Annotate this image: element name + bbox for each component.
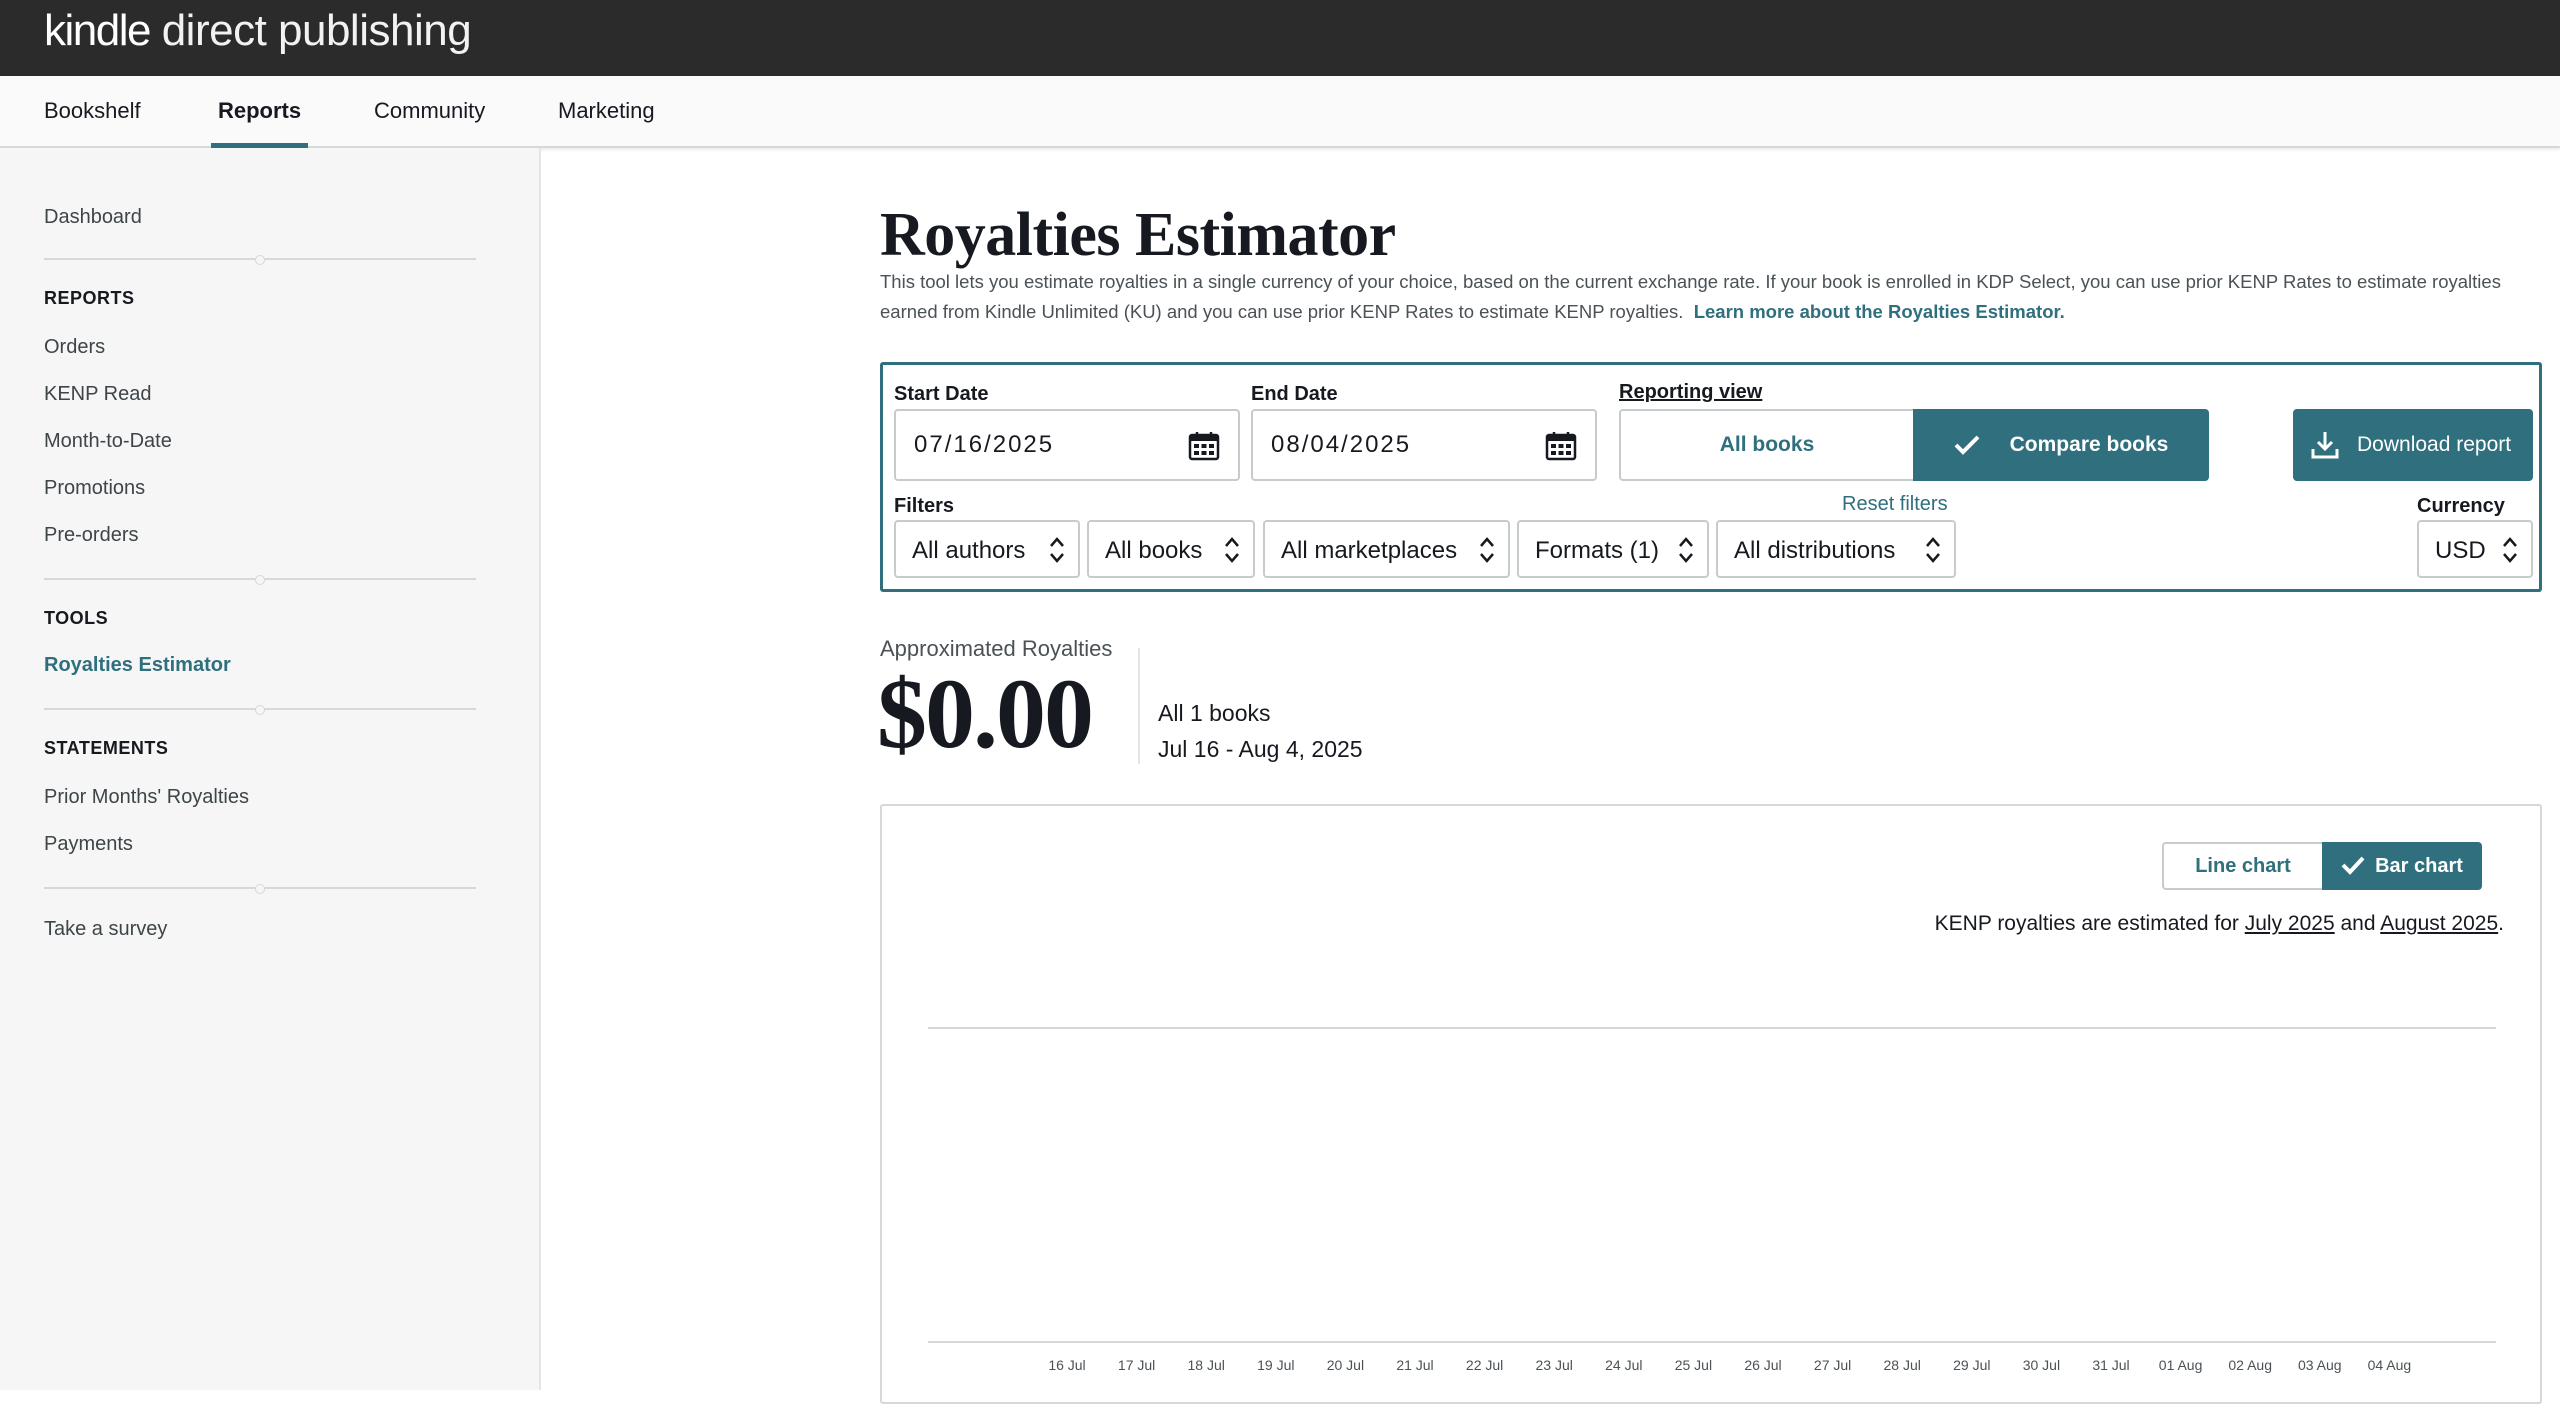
calendar-icon[interactable] (1545, 431, 1577, 461)
chevron-up-down-icon (2503, 537, 2517, 563)
sidebar-divider (44, 705, 476, 715)
primary-nav: Bookshelf Reports Community Marketing (0, 76, 2560, 148)
check-icon (1954, 436, 1980, 456)
authors-select[interactable]: All authors (894, 520, 1080, 578)
reset-filters-link[interactable]: Reset filters (1842, 493, 1948, 516)
nav-marketing[interactable]: Marketing (558, 98, 655, 148)
sidebar: Dashboard REPORTS Orders KENP Read Month… (0, 148, 541, 1390)
currency-label: Currency (2417, 495, 2505, 517)
books-count: All 1 books (1158, 700, 1271, 726)
x-tick-label: 16 Jul (1048, 1357, 1085, 1373)
start-date-field[interactable]: 07/16/2025 (894, 409, 1240, 481)
x-tick-label: 28 Jul (1884, 1357, 1921, 1373)
chevron-up-down-icon (1926, 537, 1940, 563)
learn-more-link[interactable]: Learn more about the Royalties Estimator… (1694, 301, 2065, 322)
sidebar-item-promotions[interactable]: Promotions (44, 477, 145, 500)
x-tick-label: 27 Jul (1814, 1357, 1851, 1373)
chart-panel: Line chart Bar chart KENP royalties are … (880, 804, 2542, 1404)
date-range: Jul 16 - Aug 4, 2025 (1158, 736, 1363, 762)
books-select[interactable]: All books (1087, 520, 1255, 578)
marketplaces-select[interactable]: All marketplaces (1263, 520, 1510, 578)
end-date-value: 08/04/2025 (1271, 431, 1412, 458)
intro-text: This tool lets you estimate royalties in… (880, 271, 2501, 322)
download-report-button[interactable]: Download report (2293, 409, 2533, 481)
download-icon (2311, 432, 2339, 459)
x-tick-label: 02 Aug (2228, 1357, 2272, 1373)
x-tick-label: 30 Jul (2023, 1357, 2060, 1373)
currency-select[interactable]: USD (2417, 520, 2533, 578)
nav-community[interactable]: Community (374, 98, 485, 148)
x-tick-label: 18 Jul (1188, 1357, 1225, 1373)
nav-reports[interactable]: Reports (211, 98, 309, 148)
sidebar-item-royalties-estimator[interactable]: Royalties Estimator (44, 654, 231, 677)
x-tick-label: 21 Jul (1396, 1357, 1433, 1373)
sidebar-item-kenp-read[interactable]: KENP Read (44, 383, 151, 406)
start-date-value: 07/16/2025 (914, 431, 1055, 458)
chevron-up-down-icon (1050, 537, 1064, 563)
nav-bookshelf[interactable]: Bookshelf (44, 98, 141, 148)
x-tick-label: 22 Jul (1466, 1357, 1503, 1373)
sidebar-item-orders[interactable]: Orders (44, 336, 105, 359)
x-tick-label: 24 Jul (1605, 1357, 1642, 1373)
sidebar-heading-statements: STATEMENTS (44, 738, 169, 758)
x-tick-label: 20 Jul (1327, 1357, 1364, 1373)
sidebar-divider (44, 575, 476, 585)
royalties-bar-chart: 16 Jul 17 Jul 18 Jul 19 Jul 20 Jul 21 Jul 22 J… (928, 1027, 2496, 1373)
sidebar-divider (44, 884, 476, 894)
sidebar-item-dashboard[interactable]: Dashboard (44, 206, 142, 229)
kdp-logo[interactable]: kindle direct publishing (44, 6, 472, 56)
x-tick-label: 04 Aug (2368, 1357, 2412, 1373)
top-header: kindle direct publishing (0, 0, 2560, 76)
page-title: Royalties Estimator (880, 201, 1396, 269)
chevron-up-down-icon (1225, 537, 1239, 563)
sidebar-item-month-to-date[interactable]: Month-to-Date (44, 430, 172, 453)
filters-label: Filters (894, 495, 955, 517)
start-date-label: Start Date (894, 383, 989, 405)
filter-panel: Start Date 07/16/2025 End Date 08/04/202… (880, 362, 2542, 592)
x-tick-label: 25 Jul (1675, 1357, 1712, 1373)
calendar-icon[interactable] (1188, 431, 1220, 461)
reporting-view-label: Reporting view (1619, 381, 1763, 403)
chevron-up-down-icon (1679, 537, 1693, 563)
x-tick-label: 26 Jul (1744, 1357, 1781, 1373)
formats-select[interactable]: Formats (1) (1517, 520, 1709, 578)
sidebar-item-pre-orders[interactable]: Pre-orders (44, 524, 138, 547)
view-all-books-button[interactable]: All books (1619, 409, 1915, 481)
royalties-amount: $0.00 (877, 658, 1094, 769)
sidebar-item-payments[interactable]: Payments (44, 833, 133, 856)
x-tick-label: 31 Jul (2092, 1357, 2129, 1373)
sidebar-item-take-survey[interactable]: Take a survey (44, 918, 167, 941)
sidebar-item-prior-months-royalties[interactable]: Prior Months' Royalties (44, 786, 249, 809)
view-compare-books-button[interactable]: Compare books (1913, 409, 2209, 481)
x-tick-label: 19 Jul (1257, 1357, 1294, 1373)
x-tick-label: 23 Jul (1536, 1357, 1573, 1373)
x-tick-label: 17 Jul (1118, 1357, 1155, 1373)
end-date-label: End Date (1251, 383, 1338, 405)
chevron-up-down-icon (1480, 537, 1494, 563)
x-tick-label: 29 Jul (1953, 1357, 1990, 1373)
distributions-select[interactable]: All distributions (1716, 520, 1956, 578)
x-tick-label: 01 Aug (2159, 1357, 2203, 1373)
x-tick-label: 03 Aug (2298, 1357, 2342, 1373)
end-date-field[interactable]: 08/04/2025 (1251, 409, 1597, 481)
sidebar-heading-reports: REPORTS (44, 288, 135, 308)
sidebar-divider (44, 255, 476, 265)
sidebar-heading-tools: TOOLS (44, 608, 109, 628)
summary-divider (1138, 648, 1140, 764)
